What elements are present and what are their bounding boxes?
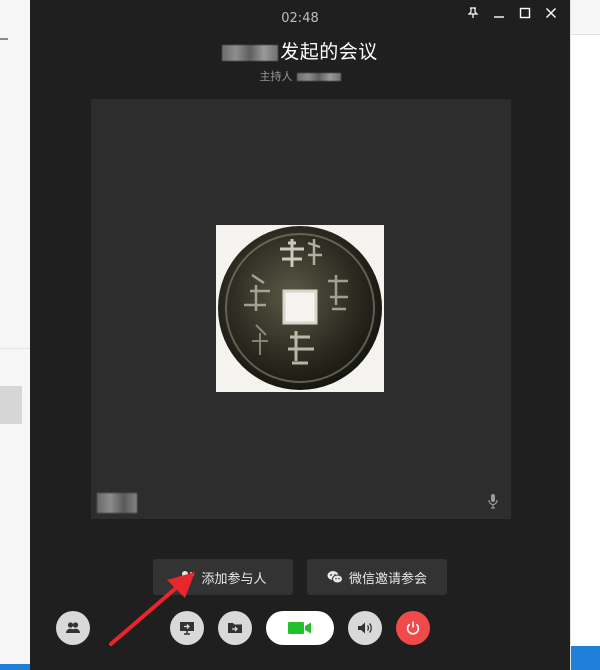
host-line: 主持人 (30, 68, 570, 84)
power-icon (406, 621, 420, 635)
background-line (0, 38, 8, 40)
background-selected-row (0, 386, 22, 424)
add-participant-label: 添加参与人 (201, 571, 267, 587)
camera-icon (288, 622, 311, 634)
members-button[interactable] (56, 611, 90, 645)
background-topbar (571, 0, 600, 35)
coin-image (218, 226, 382, 390)
maximize-icon (519, 7, 531, 19)
pin-button[interactable] (460, 2, 486, 24)
file-share-icon (228, 623, 242, 633)
add-participant-button[interactable]: 添加参与人 (153, 559, 293, 595)
close-icon (546, 8, 556, 18)
wechat-icon (327, 571, 343, 584)
video-panel (91, 99, 511, 519)
members-icon (66, 622, 80, 633)
mic-icon (488, 494, 498, 509)
close-button[interactable] (538, 2, 564, 24)
host-label: 主持人 (259, 70, 293, 83)
redacted-name (222, 44, 279, 61)
pin-icon (467, 7, 479, 18)
meeting-title-text: 发起的会议 (280, 41, 378, 63)
camera-toggle-button[interactable] (266, 611, 334, 645)
background-app-left (0, 0, 31, 670)
wechat-invite-label: 微信邀请参会 (348, 571, 427, 587)
minimize-button[interactable] (486, 2, 512, 24)
taskbar-strip (571, 646, 600, 670)
background-divider (0, 348, 30, 349)
screen-share-button[interactable] (170, 611, 204, 645)
minimize-icon (494, 16, 504, 18)
background-app-right (570, 0, 600, 670)
screen-share-icon (180, 622, 194, 635)
maximize-button[interactable] (512, 2, 538, 24)
taskbar-strip (0, 664, 30, 670)
participant-avatar (216, 225, 384, 392)
speaker-button[interactable] (348, 611, 382, 645)
redacted-host-name (296, 73, 341, 81)
redacted-participant-name (97, 493, 137, 513)
add-user-icon (180, 571, 195, 583)
wechat-invite-button[interactable]: 微信邀请参会 (307, 559, 447, 595)
meeting-window: 02:48 发起的会议 主持人 添加参与人 微信邀请参会 (30, 0, 570, 670)
file-share-button[interactable] (218, 611, 252, 645)
window-controls (460, 2, 564, 24)
meeting-title: 发起的会议 (30, 37, 570, 64)
speaker-icon (358, 622, 372, 634)
end-meeting-button[interactable] (396, 611, 430, 645)
